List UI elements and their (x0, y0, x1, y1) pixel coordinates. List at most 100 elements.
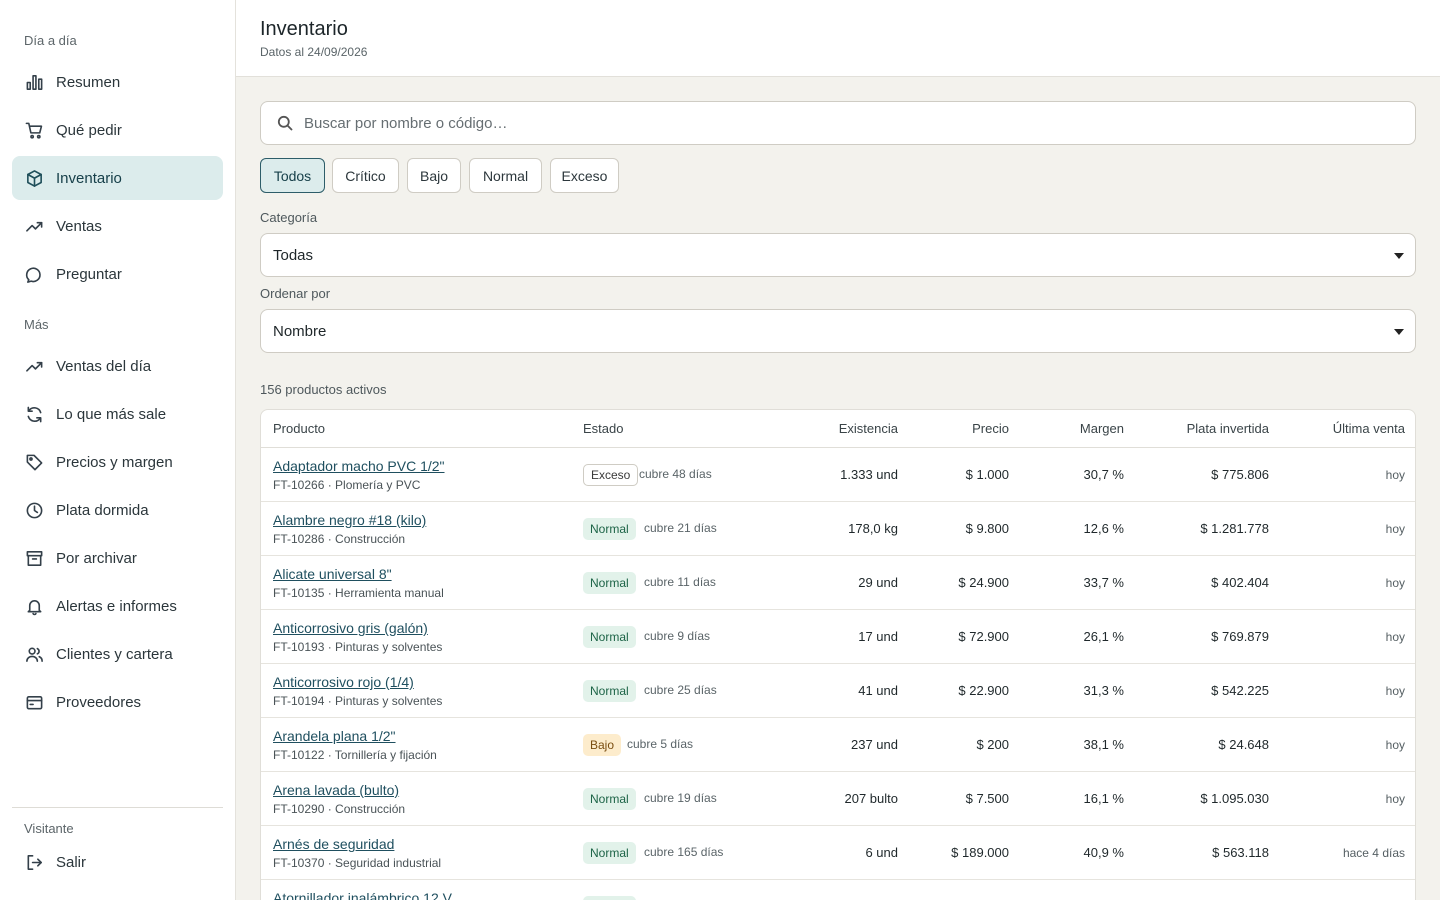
last-sale-value: hoy (1385, 468, 1405, 482)
sort-select[interactable]: Nombre (260, 309, 1416, 353)
product-meta: FT-10122 · Tornillería y fijación (273, 748, 437, 762)
sidebar-item-inventario[interactable]: Inventario (12, 156, 223, 200)
sidebar-item-proveedores[interactable]: Proveedores (12, 680, 223, 724)
table-row[interactable]: Arandela plana 1/2" FT-10122 · Tornillerí… (261, 718, 1415, 772)
product-name-link[interactable]: Alicate universal 8" (273, 566, 392, 582)
logout-icon (24, 852, 44, 872)
page-title: Inventario (260, 18, 348, 40)
search-input[interactable] (304, 114, 1384, 132)
sidebar-item-ventas-del-dia[interactable]: Ventas del día (12, 344, 223, 388)
table-row[interactable]: Atornillador inalámbrico 12 V Normal (261, 880, 1415, 900)
margin-value: 38,1 % (1083, 737, 1124, 752)
product-meta: FT-10290 · Construcción (273, 802, 406, 816)
logout-button[interactable]: Salir (12, 840, 223, 884)
product-name-link[interactable]: Alambre negro #18 (kilo) (273, 512, 426, 528)
product-meta: FT-10266 · Plomería y PVC (273, 478, 421, 492)
status-badge: Normal (583, 680, 636, 702)
table-row[interactable]: Alicate universal 8" FT-10135 · Herramien… (261, 556, 1415, 610)
product-name-link[interactable]: Anticorrosivo rojo (1/4) (273, 674, 414, 690)
archive-icon (24, 548, 44, 568)
product-meta: FT-10135 · Herramienta manual (273, 586, 444, 600)
stock-value: 41 und (858, 683, 898, 698)
chat-bubble-icon (24, 264, 44, 284)
margin-value: 12,6 % (1083, 521, 1124, 536)
stock-value: 17 und (858, 629, 898, 644)
bell-icon (24, 596, 44, 616)
refresh-icon (24, 404, 44, 424)
table-row[interactable]: Adaptador macho PVC 1/2" FT-10266 · Plome… (261, 448, 1415, 502)
table-row[interactable]: Anticorrosivo gris (galón) FT-10193 · Pin… (261, 610, 1415, 664)
stock-value: 178,0 kg (848, 521, 898, 536)
bar-chart-icon (24, 72, 44, 92)
chevron-down-icon (1394, 329, 1404, 335)
status-badge: Exceso (583, 464, 639, 486)
tag-icon (24, 452, 44, 472)
product-meta: FT-10194 · Pinturas y solventes (273, 694, 443, 708)
price-value: $ 72.900 (958, 629, 1009, 644)
filter-chip-todos[interactable]: Todos (260, 158, 325, 193)
stock-value: 29 und (858, 575, 898, 590)
filter-chip-exceso[interactable]: Exceso (550, 158, 619, 193)
sidebar-item-label: Clientes y cartera (56, 645, 173, 663)
filter-chip-bajo[interactable]: Bajo (407, 158, 461, 193)
price-value: $ 7.500 (965, 791, 1009, 806)
price-value: $ 1.000 (965, 467, 1009, 482)
margin-value: 33,7 % (1083, 575, 1124, 590)
invested-value: $ 24.648 (1218, 737, 1269, 752)
table-row[interactable]: Alambre negro #18 (kilo) FT-10286 · Const… (261, 502, 1415, 556)
category-select[interactable]: Todas (260, 233, 1416, 277)
status-badge: Normal (583, 842, 636, 864)
sidebar-item-label: Lo que más sale (56, 405, 167, 423)
product-name-link[interactable]: Adaptador macho PVC 1/2" (273, 458, 445, 474)
sidebar-item-que-pedir[interactable]: Qué pedir (12, 108, 223, 152)
product-meta: FT-10193 · Pinturas y solventes (273, 640, 443, 654)
sidebar-item-label: Ventas del día (56, 357, 152, 375)
table-row[interactable]: Arnés de seguridad FT-10370 · Seguridad i… (261, 826, 1415, 880)
table-row[interactable]: Arena lavada (bulto) FT-10290 · Construcc… (261, 772, 1415, 826)
sidebar-item-label: Plata dormida (56, 501, 149, 519)
sidebar-item-precios-y-margen[interactable]: Precios y margen (12, 440, 223, 484)
column-header-existencia: Existencia (838, 421, 898, 436)
coverage-text: cubre 9 días (644, 629, 711, 643)
product-meta: FT-10370 · Seguridad industrial (273, 856, 442, 870)
column-header-estado: Estado (583, 421, 624, 436)
sidebar-item-lo-que-mas-sale[interactable]: Lo que más sale (12, 392, 223, 436)
sidebar-item-ventas[interactable]: Ventas (12, 204, 223, 248)
sidebar-item-label: Alertas e informes (56, 597, 177, 615)
product-name-link[interactable]: Atornillador inalámbrico 12 V (273, 890, 452, 900)
price-value: $ 24.900 (958, 575, 1009, 590)
price-value: $ 189.000 (951, 845, 1009, 860)
clock-icon (24, 500, 44, 520)
sidebar-item-por-archivar[interactable]: Por archivar (12, 536, 223, 580)
filter-chip-normal[interactable]: Normal (469, 158, 542, 193)
last-sale-value: hace 4 días (1342, 846, 1405, 860)
table-row[interactable]: Anticorrosivo rojo (1/4) FT-10194 · Pintu… (261, 664, 1415, 718)
sort-value: Nombre (273, 322, 327, 340)
last-sale-value: hoy (1385, 738, 1405, 752)
product-name-link[interactable]: Arnés de seguridad (273, 836, 394, 852)
column-header-margen: Margen (1079, 421, 1124, 436)
wallet-icon (24, 692, 44, 712)
last-sale-value: hoy (1385, 792, 1405, 806)
sidebar-divider (12, 807, 223, 808)
column-header-producto: Producto (273, 421, 326, 436)
sidebar: Día a día Resumen Qué pedir Inventario V… (0, 0, 236, 900)
sidebar-item-alertas-e-informes[interactable]: Alertas e informes (12, 584, 223, 628)
sidebar-item-clientes-y-cartera[interactable]: Clientes y cartera (12, 632, 223, 676)
sidebar-item-preguntar[interactable]: Preguntar (12, 252, 223, 296)
search-icon (277, 115, 293, 131)
product-name-link[interactable]: Anticorrosivo gris (galón) (273, 620, 428, 636)
last-sale-value: hoy (1385, 522, 1405, 536)
trend-up-icon (24, 356, 44, 376)
sidebar-item-plata-dormida[interactable]: Plata dormida (12, 488, 223, 532)
coverage-text: cubre 48 días (639, 467, 712, 481)
users-icon (24, 644, 44, 664)
filter-chip-critico[interactable]: Crítico (332, 158, 399, 193)
status-badge: Bajo (583, 734, 622, 756)
sidebar-item-resumen[interactable]: Resumen (12, 60, 223, 104)
sidebar-item-label: Preguntar (56, 265, 122, 283)
product-name-link[interactable]: Arena lavada (bulto) (273, 782, 399, 798)
product-name-link[interactable]: Arandela plana 1/2" (273, 728, 396, 744)
margin-value: 26,1 % (1083, 629, 1124, 644)
status-badge: Normal (583, 626, 636, 648)
